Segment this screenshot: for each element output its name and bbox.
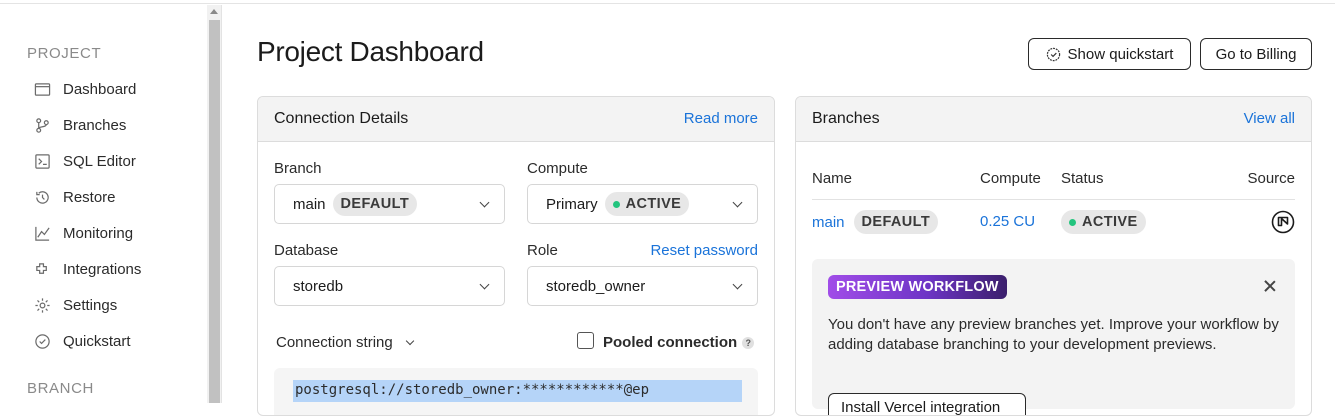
compute-value: Primary (546, 195, 598, 213)
sidebar-item-settings[interactable]: Settings (33, 293, 117, 317)
restore-icon (33, 188, 51, 206)
close-icon[interactable] (1263, 279, 1277, 293)
page-title: Project Dashboard (257, 36, 484, 67)
sidebar-item-dashboard[interactable]: Dashboard (33, 77, 136, 101)
active-dot-icon (1069, 218, 1076, 226)
sidebar-item-label: Branches (63, 116, 127, 134)
preview-workflow-panel: PREVIEW WORKFLOW You don't have any prev… (812, 259, 1295, 415)
pooled-connection-text: Pooled connection (603, 334, 738, 351)
branch-label: Branch (274, 160, 322, 177)
connection-string-dropdown[interactable]: Connection string (276, 334, 414, 351)
status-text: ACTIVE (1082, 214, 1138, 230)
top-border (0, 0, 1335, 4)
dashboard-icon (33, 80, 51, 98)
card-header: Branches View all (796, 97, 1311, 142)
active-badge-text: ACTIVE (625, 196, 682, 212)
pooled-connection-checkbox[interactable] (577, 332, 594, 349)
active-dot-icon (612, 200, 620, 208)
database-label: Database (274, 242, 339, 259)
sidebar-section-branch: BRANCH (27, 380, 94, 397)
chevron-down-icon (479, 279, 490, 290)
column-header-status: Status (1061, 170, 1104, 187)
default-badge: DEFAULT (853, 210, 939, 234)
branches-icon (33, 116, 51, 134)
gear-icon (33, 296, 51, 314)
connection-details-card: Connection Details Read more Branch main… (257, 96, 775, 416)
preview-workflow-text: You don't have any preview branches yet.… (828, 316, 1279, 353)
install-vercel-integration-button[interactable]: Install Vercel integration (828, 393, 1026, 415)
sidebar-item-branches[interactable]: Branches (33, 113, 126, 137)
pooled-connection-label: Pooled connection? (603, 334, 755, 351)
branch-name-link[interactable]: main (812, 214, 845, 231)
card-title: Branches (812, 110, 880, 127)
column-header-source: Source (1247, 170, 1295, 187)
read-more-link[interactable]: Read more (684, 110, 758, 127)
show-quickstart-label: Show quickstart (1067, 45, 1174, 63)
sidebar-item-label: Monitoring (63, 224, 134, 242)
go-to-billing-label: Go to Billing (1215, 45, 1297, 63)
view-all-link[interactable]: View all (1244, 110, 1295, 127)
sql-editor-icon (33, 152, 51, 170)
connection-string-box: postgresql://storedb_owner:************@… (274, 368, 758, 415)
connection-string-text[interactable]: postgresql://storedb_owner:************@… (293, 380, 742, 402)
sidebar-item-label: SQL Editor (63, 152, 136, 170)
sidebar-item-sql-editor[interactable]: SQL Editor (33, 149, 136, 173)
sidebar-item-integrations[interactable]: Integrations (33, 257, 141, 281)
card-header: Connection Details Read more (258, 97, 774, 142)
sidebar-scrollbar[interactable] (207, 5, 222, 403)
integrations-icon (33, 260, 51, 278)
check-circle-icon (33, 332, 51, 350)
chevron-down-icon (479, 197, 490, 208)
branch-value: main (293, 195, 326, 213)
column-header-name: Name (812, 170, 853, 187)
branch-select[interactable]: main DEFAULT (274, 184, 505, 224)
status-cell: ACTIVE (1061, 210, 1146, 234)
sidebar-item-restore[interactable]: Restore (33, 185, 116, 209)
chevron-down-icon (732, 197, 743, 208)
preview-workflow-badge: PREVIEW WORKFLOW (828, 275, 1007, 299)
branches-card: Branches View all Name Compute Status So… (795, 96, 1312, 416)
sidebar-item-label: Quickstart (63, 332, 131, 350)
source-logo-icon (1271, 210, 1295, 234)
role-select[interactable]: storedb_owner (527, 266, 758, 306)
sidebar-item-quickstart[interactable]: Quickstart (33, 329, 131, 353)
sidebar-item-label: Restore (63, 188, 116, 206)
help-icon[interactable]: ? (742, 337, 755, 350)
chevron-down-icon (732, 279, 743, 290)
sidebar-item-monitoring[interactable]: Monitoring (33, 221, 133, 245)
chevron-down-icon (405, 336, 414, 345)
column-header-compute: Compute (980, 170, 1041, 187)
compute-label: Compute (527, 160, 588, 177)
reset-password-link[interactable]: Reset password (650, 242, 758, 259)
show-quickstart-button[interactable]: Show quickstart (1028, 38, 1191, 70)
database-select[interactable]: storedb (274, 266, 505, 306)
scroll-up-arrow-icon[interactable] (210, 9, 218, 14)
database-value: storedb (293, 277, 344, 295)
sidebar-item-label: Settings (63, 296, 118, 314)
badge-check-icon (1046, 47, 1060, 61)
status-badge: ACTIVE (1061, 210, 1146, 234)
go-to-billing-button[interactable]: Go to Billing (1200, 38, 1312, 70)
sidebar-section-project: PROJECT (27, 45, 102, 62)
default-badge: DEFAULT (332, 192, 418, 216)
connection-string-label: Connection string (276, 334, 393, 351)
source-cell (1271, 210, 1295, 234)
branch-name-cell: main DEFAULT (812, 210, 939, 234)
sidebar-item-label: Integrations (63, 260, 142, 278)
sidebar-item-label: Dashboard (63, 80, 137, 98)
role-label: Role (527, 242, 558, 259)
compute-link[interactable]: 0.25 CU (980, 213, 1035, 230)
table-divider (812, 199, 1295, 200)
active-badge: ACTIVE (604, 192, 690, 216)
monitoring-icon (33, 224, 51, 242)
role-value: storedb_owner (546, 277, 646, 295)
card-title: Connection Details (274, 110, 409, 127)
sidebar: PROJECT Dashboard Branches SQL Editor Re… (0, 5, 207, 403)
compute-select[interactable]: Primary ACTIVE (527, 184, 758, 224)
scrollbar-thumb[interactable] (209, 20, 220, 403)
